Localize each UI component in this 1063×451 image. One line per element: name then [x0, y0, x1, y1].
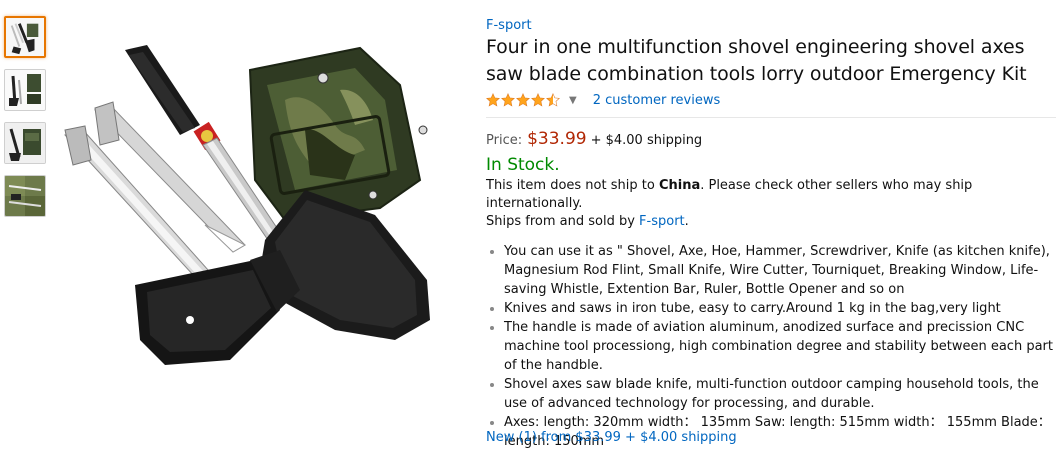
price-label: Price: [486, 133, 523, 148]
brand-link[interactable]: F-sport [486, 18, 1061, 33]
seller-link[interactable]: F-sport [639, 214, 685, 229]
sold-by-suffix: . [684, 214, 689, 229]
feature-bullet: Knives and saws in iron tube, easy to ca… [504, 299, 1063, 318]
product-info: F-sport Four in one multifunction shovel… [486, 16, 1061, 451]
star-rating[interactable] [486, 93, 561, 107]
product-title: Four in one multifunction shovel enginee… [486, 36, 1027, 85]
feature-bullet: Shovel axes saw blade knife, multi-funct… [504, 375, 1063, 413]
feature-bullet: You can use it as " Shovel, Axe, Hoe, Ha… [504, 242, 1063, 299]
ship-note-country: China [658, 178, 701, 193]
price-value: $33.99 [527, 129, 587, 149]
thumbnail-1[interactable] [4, 16, 46, 58]
feature-bullets: You can use it as " Shovel, Axe, Hoe, Ha… [486, 242, 1063, 451]
axe-head-illustration [135, 250, 300, 365]
thumbnail-4[interactable] [4, 175, 46, 217]
thumbnail-3[interactable] [4, 122, 46, 164]
camo-pouch-illustration [248, 46, 428, 222]
price-row: Price: $33.99 + $4.00 shipping [486, 129, 1061, 149]
rating-row: ▼ 2 customer reviews [486, 90, 1061, 110]
divider [486, 117, 1056, 118]
shipping-note: This item does not ship to China. Please… [486, 177, 1061, 231]
star-full-icon [516, 93, 530, 107]
star-full-icon [486, 93, 500, 107]
stock-status: In Stock. [486, 155, 560, 175]
star-full-icon [501, 93, 515, 107]
shipping-cost: + $4.00 shipping [590, 133, 703, 148]
sold-by-prefix: Ships from and sold by [486, 214, 640, 229]
star-full-icon [531, 93, 545, 107]
thumbnail-strip [4, 16, 48, 228]
customer-reviews-link[interactable]: 2 customer reviews [593, 93, 721, 108]
chevron-down-icon[interactable]: ▼ [569, 95, 577, 106]
star-half-icon [546, 93, 560, 107]
ship-note-prefix: This item does not ship to [486, 178, 659, 193]
main-product-image[interactable] [55, 30, 465, 440]
thumbnail-2[interactable] [4, 69, 46, 111]
feature-bullet: The handle is made of aviation aluminum,… [504, 318, 1063, 375]
